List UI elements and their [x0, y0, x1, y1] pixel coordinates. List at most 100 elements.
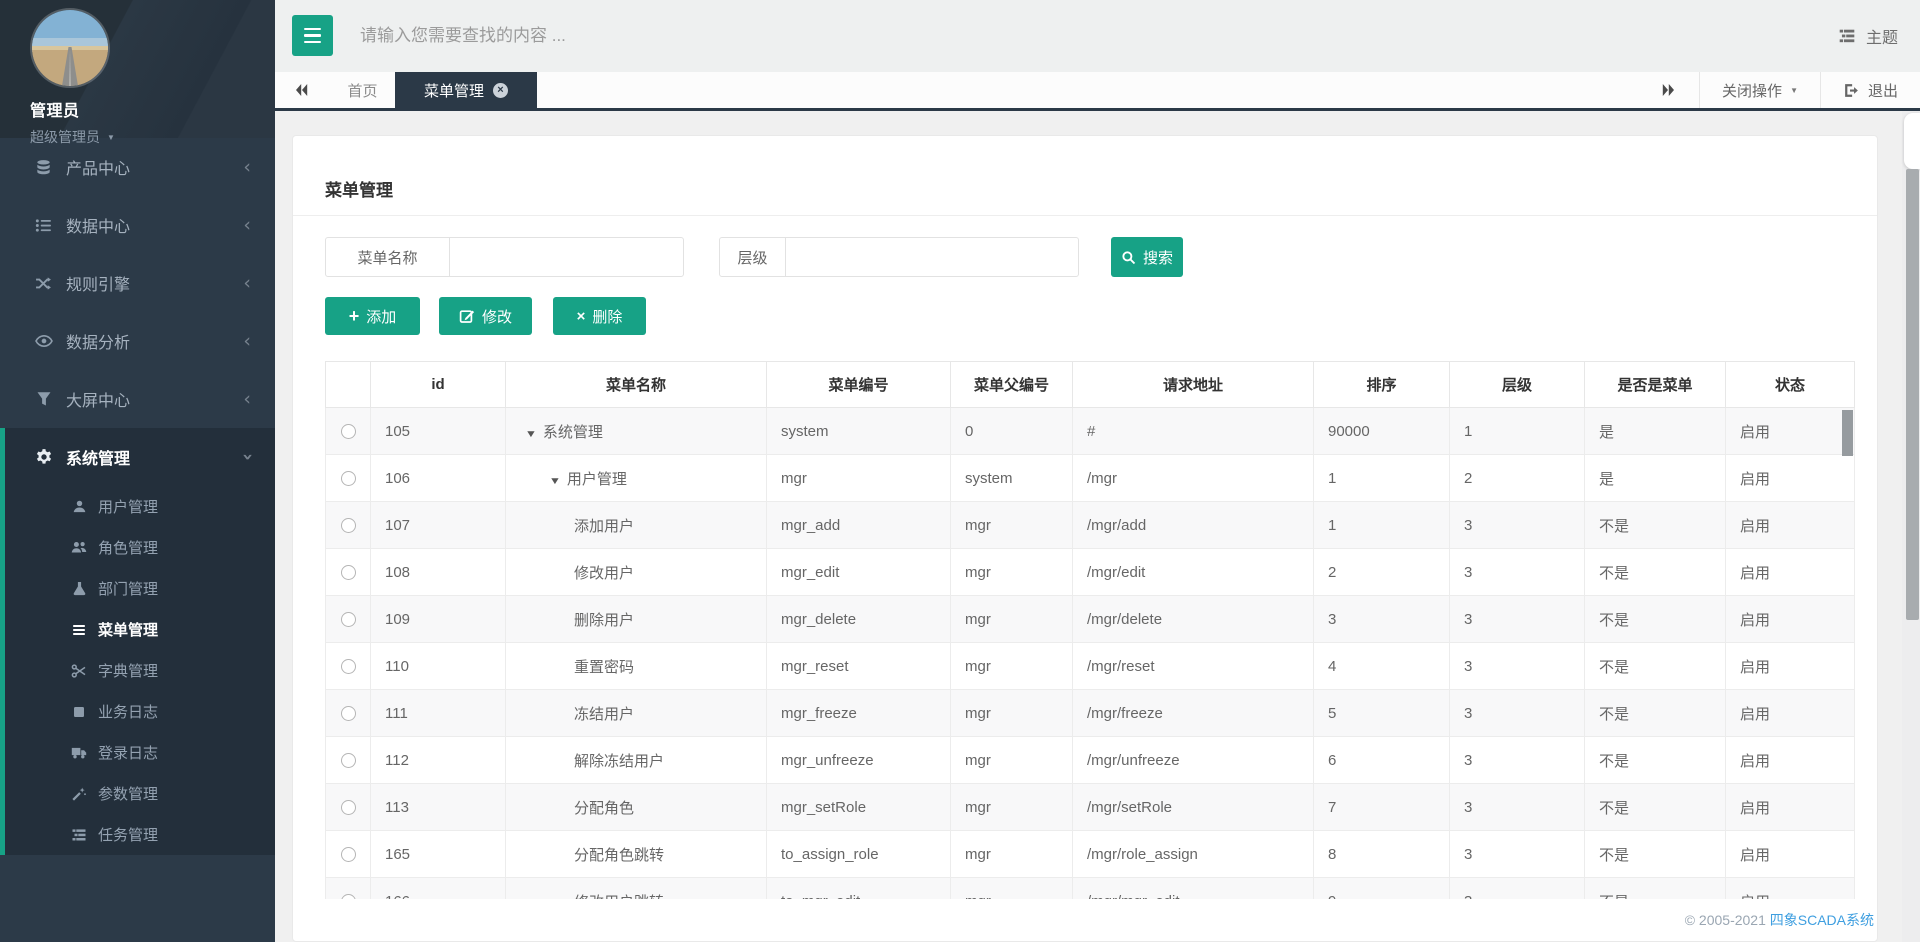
cell-parent-code: 0 [951, 408, 1073, 455]
cell-request-url: /mgr/add [1073, 502, 1314, 549]
tree-caret-icon[interactable]: ▼ [525, 429, 537, 440]
menu-table-container: id 菜单名称 菜单编号 菜单父编号 请求地址 排序 层级 是否是菜单 状态 1… [325, 361, 1856, 899]
cell-level: 2 [1450, 455, 1585, 502]
sidebar-item-business-log[interactable]: 业务日志 [5, 691, 275, 732]
row-radio[interactable] [341, 612, 356, 627]
sidebar-item-screen-center[interactable]: 大屏中心‹ [0, 370, 275, 428]
sidebar-item-dept-management[interactable]: 部门管理 [5, 568, 275, 609]
table-row: 110重置密码mgr_resetmgr/mgr/reset43不是启用 [326, 643, 1855, 690]
delete-button[interactable]: × 删除 [553, 297, 646, 335]
avatar[interactable] [30, 8, 110, 88]
cell-menu-name: ▼系统管理 [506, 408, 767, 455]
wand-icon [71, 786, 87, 802]
filter-level-label: 层级 [720, 238, 786, 276]
tabbar: 首页 菜单管理 × 关闭操作 ▼ 退出 [275, 72, 1920, 111]
cell-parent-code: mgr [951, 831, 1073, 878]
sidebar-item-task-management[interactable]: 任务管理 [5, 814, 275, 855]
row-radio[interactable] [341, 471, 356, 486]
theme-button[interactable]: 主题 [1838, 0, 1898, 72]
logout-button[interactable]: 退出 [1820, 72, 1920, 108]
edit-button[interactable]: 修改 [439, 297, 532, 335]
cell-parent-code: mgr [951, 737, 1073, 784]
chevron-left-icon: ‹ [243, 214, 251, 236]
sidebar-item-label: 系统管理 [66, 445, 130, 469]
cell-id: 113 [371, 784, 506, 831]
tasks-icon [71, 826, 87, 844]
close-operations-dropdown[interactable]: 关闭操作 ▼ [1699, 72, 1820, 108]
cell-status: 启用 [1726, 455, 1855, 502]
brand-link[interactable]: 四象SCADA系统 [1770, 912, 1874, 928]
tree-caret-icon[interactable]: ▼ [549, 476, 561, 487]
row-radio[interactable] [341, 800, 356, 815]
cell-sort: 9 [1314, 878, 1450, 900]
sidebar-item-dict-management[interactable]: 字典管理 [5, 650, 275, 691]
cell-request-url: /mgr/edit [1073, 549, 1314, 596]
sidebar-item-param-management[interactable]: 参数管理 [5, 773, 275, 814]
sidebar-item-menu-management[interactable]: 菜单管理 [5, 609, 275, 650]
users-icon [71, 539, 87, 556]
add-button[interactable]: + 添加 [325, 297, 420, 335]
cell-is-menu: 是 [1585, 455, 1726, 502]
sidebar-item-data-center[interactable]: 数据中心 ‹ [0, 196, 275, 254]
cell-is-menu: 是 [1585, 408, 1726, 455]
sidebar-item-user-management[interactable]: 用户管理 [5, 486, 275, 527]
logout-label: 退出 [1868, 80, 1898, 101]
sidebar-item-login-log[interactable]: 登录日志 [5, 732, 275, 773]
sidebar-item-product-center[interactable]: 产品中心‹ [0, 138, 275, 196]
sidebar-item-data-analysis[interactable]: 数据分析‹ [0, 312, 275, 370]
cell-sort: 6 [1314, 737, 1450, 784]
row-radio[interactable] [341, 659, 356, 674]
cell-menu-name: 添加用户 [506, 502, 767, 549]
eye-icon [34, 332, 53, 350]
row-radio[interactable] [341, 706, 356, 721]
hamburger-menu-button[interactable] [292, 15, 333, 56]
sidebar-item-system-management[interactable]: 系统管理‹ [5, 428, 275, 486]
filter-level-input[interactable] [786, 238, 1078, 276]
sidebar-item-role-management[interactable]: 角色管理 [5, 527, 275, 568]
cell-level: 3 [1450, 690, 1585, 737]
cell-is-menu: 不是 [1585, 690, 1726, 737]
row-radio[interactable] [341, 753, 356, 768]
tab-menu-management[interactable]: 菜单管理 × [395, 72, 537, 108]
sidebar-item-rule-engine[interactable]: 规则引擎‹ [0, 254, 275, 312]
cell-sort: 8 [1314, 831, 1450, 878]
table-scrollbar-thumb[interactable] [1842, 410, 1853, 456]
row-radio[interactable] [341, 847, 356, 862]
cell-menu-code: mgr_unfreeze [767, 737, 951, 784]
cell-id: 110 [371, 643, 506, 690]
cell-is-menu: 不是 [1585, 502, 1726, 549]
user-name: 管理员 [30, 97, 275, 121]
cell-id: 106 [371, 455, 506, 502]
cell-request-url: /mgr/mgr_edit [1073, 878, 1314, 900]
cell-request-url: # [1073, 408, 1314, 455]
table-row: 107添加用户mgr_addmgr/mgr/add13不是启用 [326, 502, 1855, 549]
sidebar-item-label: 数据中心 [66, 213, 130, 237]
tabs-scroll-left-button[interactable] [293, 72, 309, 108]
tab-close-icon[interactable]: × [493, 83, 508, 98]
chevron-left-icon: ‹ [243, 330, 251, 352]
cell-parent-code: mgr [951, 549, 1073, 596]
cell-menu-name: ▼用户管理 [506, 455, 767, 502]
shuffle-icon [34, 275, 53, 292]
search-button[interactable]: 搜索 [1111, 237, 1183, 277]
filter-menu-name-label: 菜单名称 [326, 238, 450, 276]
sidebar-item-label: 用户管理 [98, 496, 158, 517]
col-is-menu: 是否是菜单 [1585, 362, 1726, 408]
global-search-input[interactable] [360, 16, 980, 56]
row-radio[interactable] [341, 565, 356, 580]
table-row: 166修改用户跳转to_mgr_editmgr/mgr/mgr_edit93不是… [326, 878, 1855, 900]
col-status: 状态 [1726, 362, 1855, 408]
sidebar-item-label: 产品中心 [66, 155, 130, 179]
row-radio[interactable] [341, 894, 356, 899]
cell-status: 启用 [1726, 784, 1855, 831]
filter-menu-name-input[interactable] [450, 238, 683, 276]
page-scrollbar-thumb[interactable] [1906, 169, 1919, 620]
tab-home[interactable]: 首页 [330, 72, 395, 108]
sidebar: 管理员 超级管理员 ▼ 产品中心‹数据中心‹规则引擎‹数据分析‹大屏中心‹系统管… [0, 0, 275, 942]
table-row: 113分配角色mgr_setRolemgr/mgr/setRole73不是启用 [326, 784, 1855, 831]
row-radio[interactable] [341, 518, 356, 533]
row-radio[interactable] [341, 424, 356, 439]
cell-level: 3 [1450, 549, 1585, 596]
tabs-scroll-right-button[interactable] [1639, 72, 1699, 108]
cell-menu-code: mgr_delete [767, 596, 951, 643]
